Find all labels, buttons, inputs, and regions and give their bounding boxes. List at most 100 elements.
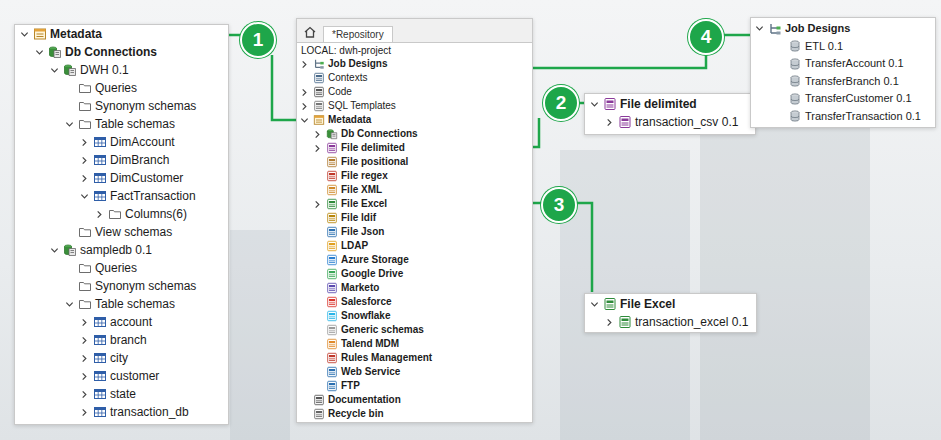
tree-item-label: File ldif bbox=[341, 213, 376, 223]
tree-item[interactable]: File Excel bbox=[589, 295, 752, 313]
tree-item[interactable]: Queries bbox=[19, 79, 224, 97]
tree-item[interactable]: FactTransaction bbox=[19, 187, 224, 205]
tree-item-label: TransferCustomer 0.1 bbox=[805, 93, 912, 104]
tree-item[interactable]: Job Designs bbox=[754, 20, 932, 38]
tree-item[interactable]: File Json bbox=[299, 225, 530, 239]
tree-item[interactable]: Marketo bbox=[299, 281, 530, 295]
tree-item[interactable]: TransferCustomer 0.1 bbox=[754, 90, 932, 108]
expanded-chevron-icon[interactable] bbox=[50, 246, 59, 255]
tree-item[interactable]: Generic schemas bbox=[299, 323, 530, 337]
tree-item[interactable]: TransferBranch 0.1 bbox=[754, 73, 932, 91]
tree-item[interactable]: Recycle bin bbox=[299, 407, 530, 421]
tree-item[interactable]: Db Connections bbox=[299, 127, 530, 141]
tree-item[interactable]: city bbox=[19, 349, 224, 367]
tree-item[interactable]: Job Designs bbox=[299, 57, 530, 71]
tree-item[interactable]: File delimited bbox=[299, 141, 530, 155]
tree-item[interactable]: Talend MDM bbox=[299, 337, 530, 351]
expanded-chevron-icon[interactable] bbox=[590, 300, 599, 309]
collapsed-chevron-icon[interactable] bbox=[80, 156, 89, 165]
tree-item[interactable]: View schemas bbox=[19, 223, 224, 241]
tree-item-label: FactTransaction bbox=[110, 190, 196, 202]
tree-item[interactable]: Web Service bbox=[299, 365, 530, 379]
tree-item[interactable]: transaction_csv 0.1 bbox=[589, 113, 751, 131]
collapsed-chevron-icon[interactable] bbox=[80, 138, 89, 147]
tree-item[interactable]: transaction_db bbox=[19, 403, 224, 421]
tree-item[interactable]: customer bbox=[19, 367, 224, 385]
collapsed-chevron-icon[interactable] bbox=[300, 102, 309, 111]
tree-item[interactable]: TransferTransaction 0.1 bbox=[754, 108, 932, 126]
collapsed-chevron-icon[interactable] bbox=[605, 318, 614, 327]
expanded-chevron-icon[interactable] bbox=[65, 120, 74, 129]
collapsed-chevron-icon[interactable] bbox=[313, 144, 322, 153]
tree-item[interactable]: Table schemas bbox=[19, 295, 224, 313]
collapsed-chevron-icon[interactable] bbox=[80, 354, 89, 363]
expanded-chevron-icon[interactable] bbox=[65, 300, 74, 309]
tree-item-label: LDAP bbox=[341, 241, 368, 251]
collapsed-chevron-icon[interactable] bbox=[80, 336, 89, 345]
tree-item[interactable]: Synonym schemas bbox=[19, 97, 224, 115]
collapsed-chevron-icon[interactable] bbox=[80, 408, 89, 417]
tree-item-label: Contexts bbox=[328, 73, 367, 83]
collapsed-chevron-icon[interactable] bbox=[300, 88, 309, 97]
tree-item[interactable]: Synonym schemas bbox=[19, 277, 224, 295]
collapsed-chevron-icon[interactable] bbox=[313, 200, 322, 209]
tree-item[interactable]: Code bbox=[299, 85, 530, 99]
tree-item[interactable]: FTP bbox=[299, 379, 530, 393]
tree-item[interactable]: account bbox=[19, 313, 224, 331]
tree-item[interactable]: File delimited bbox=[589, 95, 751, 113]
table-icon bbox=[93, 189, 107, 203]
collapsed-chevron-icon[interactable] bbox=[95, 210, 104, 219]
tree-item[interactable]: DWH 0.1 bbox=[19, 61, 224, 79]
expanded-chevron-icon[interactable] bbox=[590, 100, 599, 109]
tree-item[interactable]: sampledb 0.1 bbox=[19, 241, 224, 259]
tree-item[interactable]: Contexts bbox=[299, 71, 530, 85]
tree-item[interactable]: Google Drive bbox=[299, 267, 530, 281]
tree-item[interactable]: Snowflake bbox=[299, 309, 530, 323]
callout-badge: 2 bbox=[543, 85, 579, 121]
collapsed-chevron-icon[interactable] bbox=[605, 118, 614, 127]
tree-item[interactable]: TransferAccount 0.1 bbox=[754, 55, 932, 73]
collapsed-chevron-icon[interactable] bbox=[80, 390, 89, 399]
tree-item[interactable]: File ldif bbox=[299, 211, 530, 225]
tree-item[interactable]: File regex bbox=[299, 169, 530, 183]
expanded-chevron-icon[interactable] bbox=[80, 192, 89, 201]
tree-item[interactable]: Documentation bbox=[299, 393, 530, 407]
tree-item-label: DimAccount bbox=[110, 136, 175, 148]
home-icon[interactable] bbox=[303, 25, 317, 39]
tree-item[interactable]: Metadata bbox=[19, 25, 224, 43]
tree-item[interactable]: branch bbox=[19, 331, 224, 349]
expanded-chevron-icon[interactable] bbox=[755, 24, 764, 33]
delimited-icon bbox=[603, 97, 617, 111]
tree-item[interactable]: SQL Templates bbox=[299, 99, 530, 113]
tree-item[interactable]: File XML bbox=[299, 183, 530, 197]
tree-item[interactable]: Rules Management bbox=[299, 351, 530, 365]
expanded-chevron-icon[interactable] bbox=[20, 30, 29, 39]
tree-item[interactable]: DimBranch bbox=[19, 151, 224, 169]
tree-item[interactable]: Columns(6) bbox=[19, 205, 224, 223]
tree-item[interactable]: DimCustomer bbox=[19, 169, 224, 187]
collapsed-chevron-icon[interactable] bbox=[300, 60, 309, 69]
tree-item[interactable]: DimAccount bbox=[19, 133, 224, 151]
tree-item[interactable]: Queries bbox=[19, 259, 224, 277]
collapsed-chevron-icon[interactable] bbox=[80, 174, 89, 183]
tree-item-label: Job Designs bbox=[785, 23, 850, 34]
collapsed-chevron-icon[interactable] bbox=[80, 318, 89, 327]
tree-item[interactable]: Table schemas bbox=[19, 115, 224, 133]
collapsed-chevron-icon[interactable] bbox=[313, 130, 322, 139]
tree-item[interactable]: transaction_excel 0.1 bbox=[589, 313, 752, 331]
tree-item[interactable]: File positional bbox=[299, 155, 530, 169]
jobitem-icon bbox=[788, 57, 802, 71]
tree-item[interactable]: File Excel bbox=[299, 197, 530, 211]
tree-item[interactable]: ETL 0.1 bbox=[754, 38, 932, 56]
tree-item[interactable]: LDAP bbox=[299, 239, 530, 253]
tree-item[interactable]: Metadata bbox=[299, 113, 530, 127]
tree-item[interactable]: state bbox=[19, 385, 224, 403]
tree-item[interactable]: Azure Storage bbox=[299, 253, 530, 267]
expanded-chevron-icon[interactable] bbox=[300, 116, 309, 125]
tree-item[interactable]: Db Connections bbox=[19, 43, 224, 61]
collapsed-chevron-icon[interactable] bbox=[80, 372, 89, 381]
repository-tab[interactable]: *Repository bbox=[323, 26, 393, 42]
expanded-chevron-icon[interactable] bbox=[50, 66, 59, 75]
tree-item[interactable]: Salesforce bbox=[299, 295, 530, 309]
expanded-chevron-icon[interactable] bbox=[35, 48, 44, 57]
